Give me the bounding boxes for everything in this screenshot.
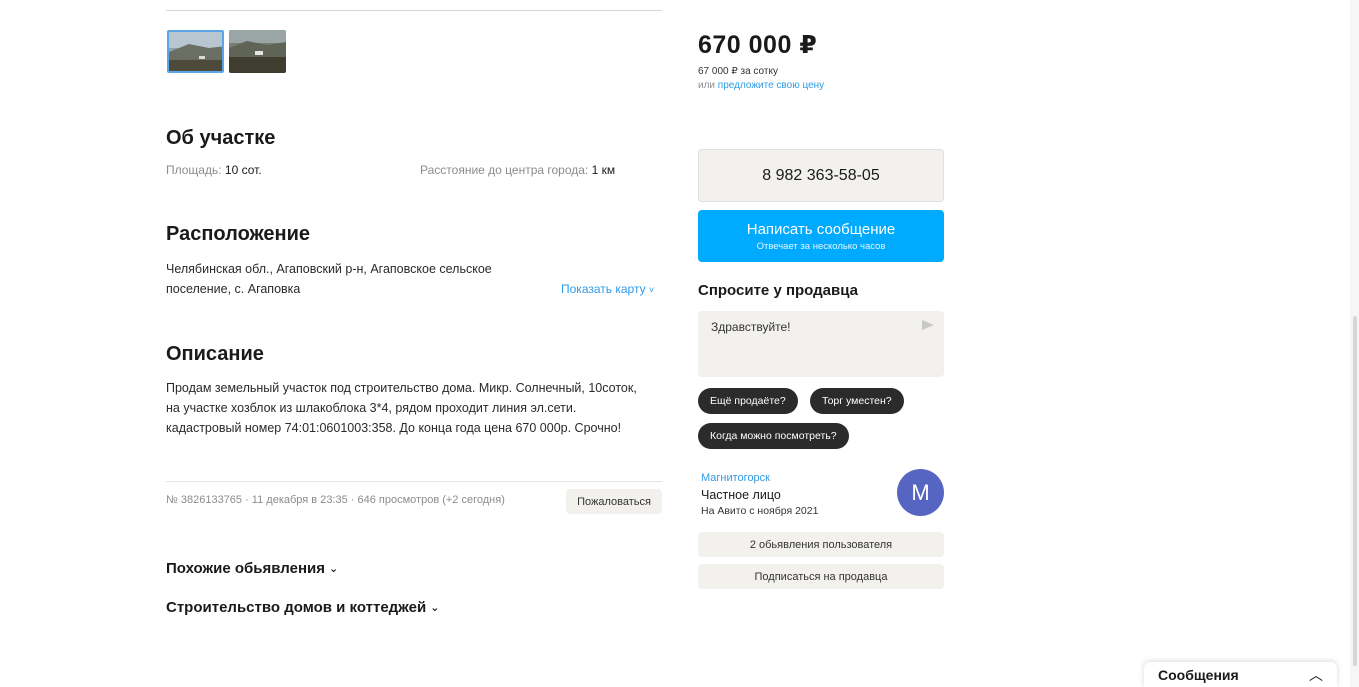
photo-thumbnail[interactable] (167, 30, 224, 73)
photo-thumbnail[interactable] (229, 30, 286, 73)
ask-seller-input[interactable]: Здравствуйте! (698, 311, 944, 377)
address: Челябинская обл., Агаповский р-н, Агапов… (166, 259, 546, 299)
seller-listings-button[interactable]: 2 обьявления пользователя (698, 532, 944, 557)
offer-price-link[interactable]: предложите свою цену (718, 80, 824, 91)
write-message-button[interactable]: Написать сообщение Отвечает за несколько… (698, 210, 944, 262)
address-line: поселение, с. Агаповка (166, 282, 301, 296)
description-line: Продам земельный участок под строительст… (166, 381, 637, 395)
messages-label: Сообщения (1158, 666, 1239, 683)
show-phone-button[interactable]: 8 982 363-58-05 (698, 149, 944, 202)
complain-button[interactable]: Пожаловаться (566, 489, 662, 514)
seller-city-link[interactable]: Магнитогорск (701, 472, 770, 484)
thumbnail-image (229, 30, 286, 73)
messages-panel-toggle[interactable]: Сообщения ︿ (1144, 662, 1337, 687)
quick-question-chip[interactable]: Ещё продаёте? (698, 388, 798, 414)
offer-prefix: или (698, 80, 716, 91)
area-param: Площадь: 10 сот. (166, 163, 262, 177)
scrollbar[interactable] (1350, 0, 1359, 687)
seller-since: На Авито с ноября 2021 (701, 505, 819, 517)
address-line: Челябинская обл., Агаповский р-н, Агапов… (166, 262, 492, 276)
distance-value: 1 км (591, 163, 616, 177)
thumbnail-image (169, 32, 222, 71)
listing-meta: № 3826133765 · 11 декабря в 23:35 · 646 … (166, 494, 505, 506)
chevron-up-icon: ︿ (1309, 666, 1323, 683)
area-value: 10 сот. (224, 163, 262, 177)
construction-toggle[interactable]: Строительство домов и коттеджей ⌄ (166, 599, 439, 616)
description-line: кадастровый номер 74:01:0601003:358. До … (166, 421, 622, 435)
description-text: Продам земельный участок под строительст… (166, 378, 666, 438)
scrollbar-thumb[interactable] (1353, 316, 1357, 666)
chevron-down-icon: ⌄ (430, 602, 440, 614)
ask-input-text: Здравствуйте! (711, 320, 791, 334)
seller-type: Частное лицо (701, 488, 781, 502)
write-message-label: Написать сообщение (746, 220, 896, 238)
similar-listings-label: Похожие обьявления (166, 560, 326, 577)
ask-seller-title: Спросите у продавца (698, 282, 858, 299)
construction-label: Строительство домов и коттеджей (166, 599, 427, 616)
distance-param: Расстояние до центра города: 1 км (420, 163, 615, 177)
section-title-location: Расположение (166, 223, 311, 245)
price-per-unit: 67 000 ₽ за сотку (698, 66, 778, 77)
quick-question-chip[interactable]: Когда можно посмотреть? (698, 423, 849, 449)
chevron-down-icon: ˅ (648, 285, 655, 295)
area-label: Площадь: (166, 163, 222, 177)
similar-listings-toggle[interactable]: Похожие обьявления ⌄ (166, 560, 338, 577)
description-line: на участке хозблок из шлакоблока 3*4, ря… (166, 401, 577, 415)
section-title-about: Об участке (166, 127, 276, 149)
show-map-link[interactable]: Показать карту ˅ (561, 282, 654, 296)
send-icon[interactable] (922, 320, 934, 330)
subscribe-seller-button[interactable]: Подписаться на продавца (698, 564, 944, 589)
show-map-label: Показать карту (561, 282, 646, 296)
quick-question-chip[interactable]: Торг уместен? (810, 388, 904, 414)
chevron-down-icon: ⌄ (329, 563, 339, 575)
section-title-description: Описание (166, 343, 264, 365)
divider (166, 481, 662, 482)
offer-price: или предложите свою цену (698, 80, 824, 91)
divider (166, 10, 662, 11)
price: 670 000 ₽ (698, 31, 818, 59)
response-time: Отвечает за несколько часов (756, 240, 886, 252)
distance-label: Расстояние до центра города: (420, 163, 589, 177)
avatar[interactable]: M (897, 469, 944, 516)
